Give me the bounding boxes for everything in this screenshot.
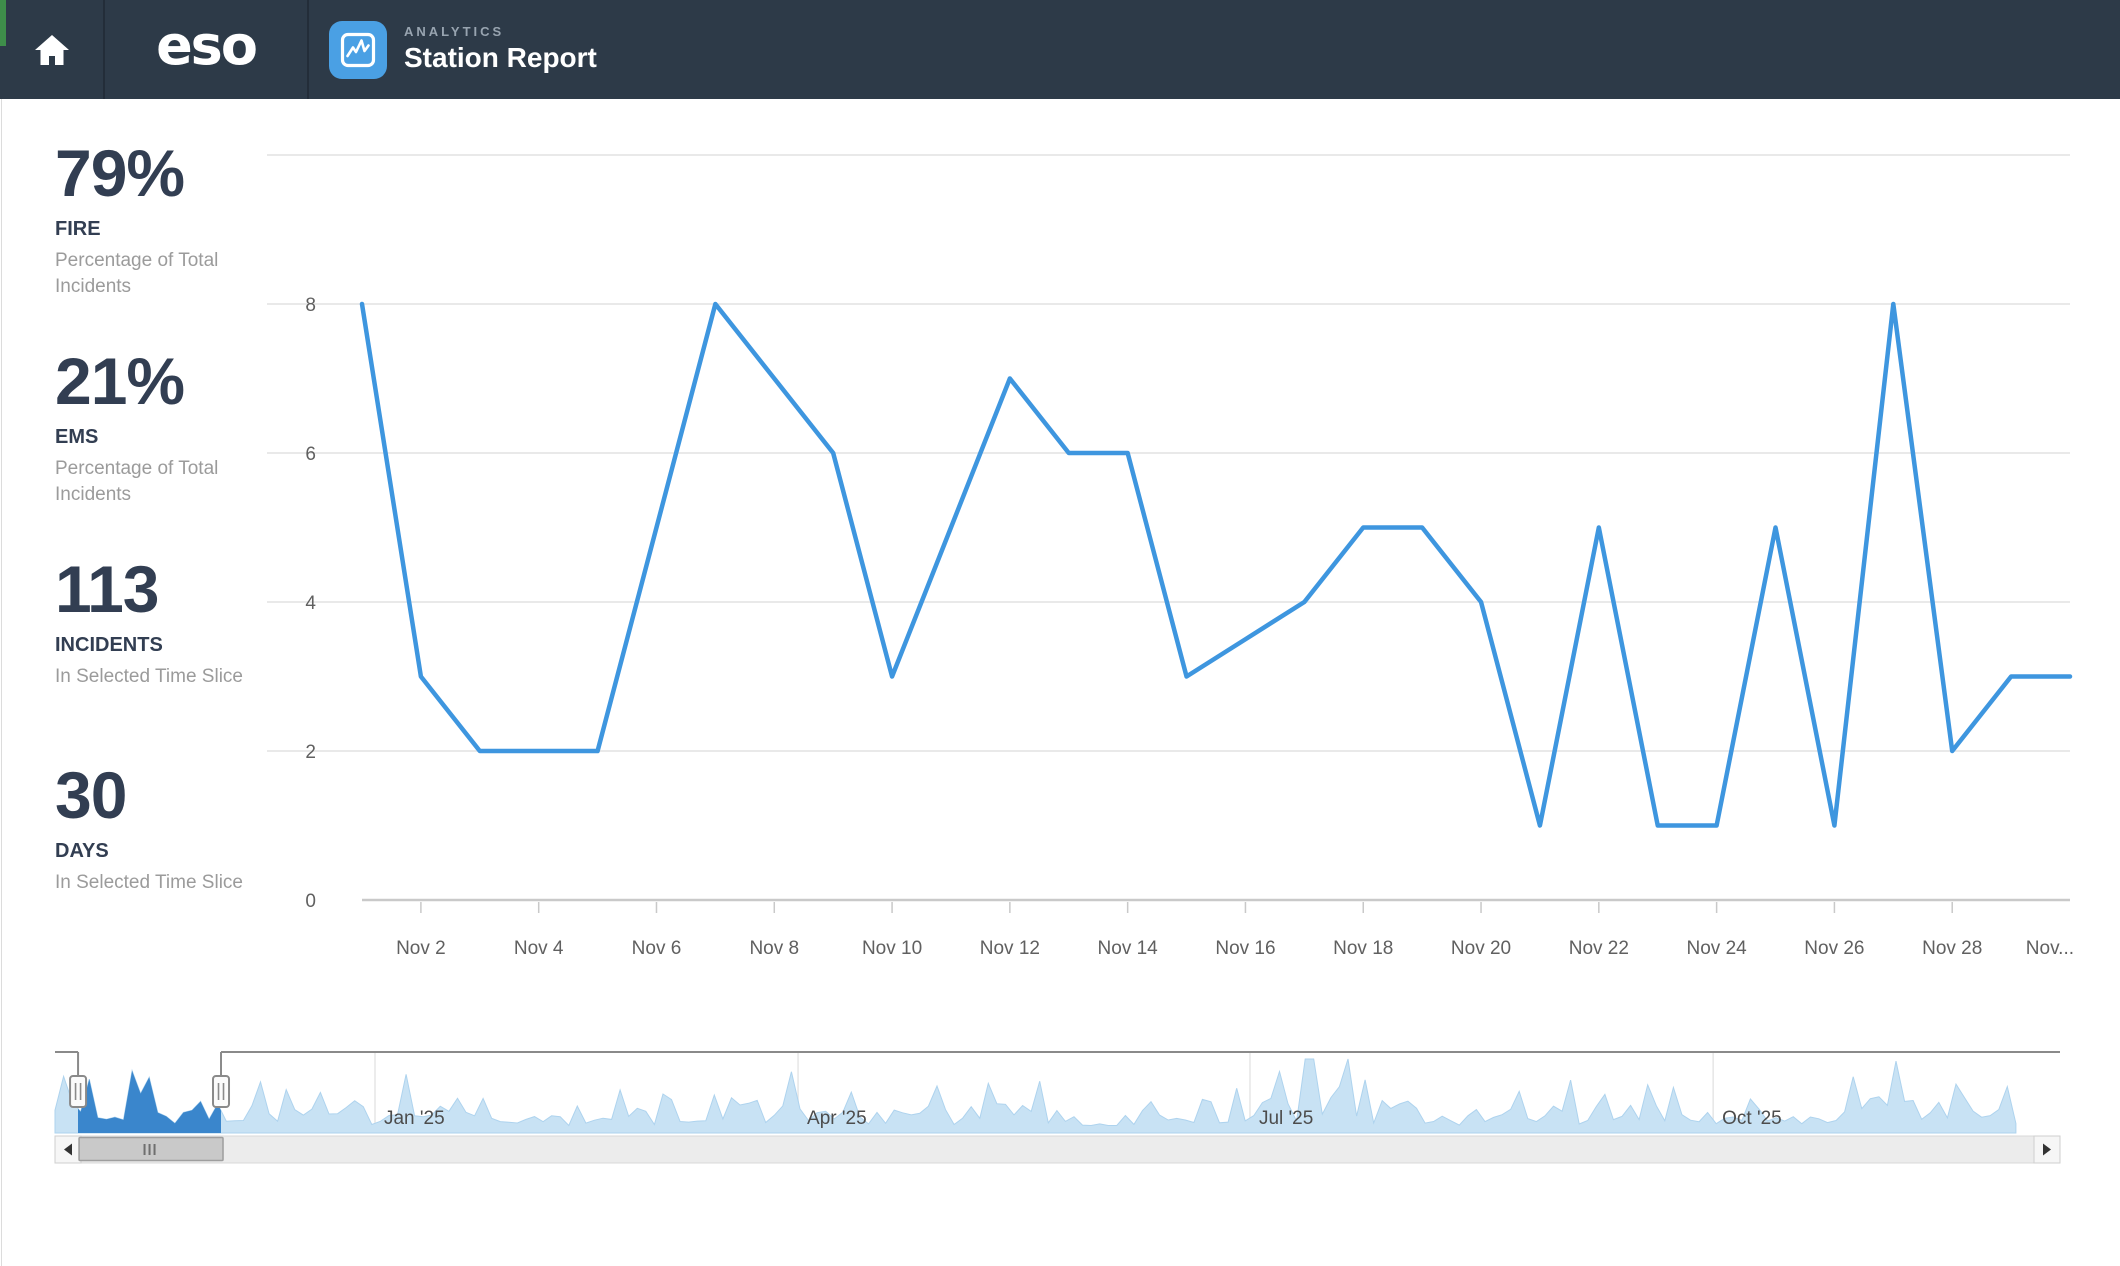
x-axis-overflow-label: Nov... [2026,938,2074,959]
station-report-visualization: 0 2 4 6 8 Nov 2 Nov 4 Nov 6 Nov 8 Nov 10 Nov 12 Nov… [0,0,2120,1266]
x-axis-tick-label: Nov 20 [1451,938,1511,959]
x-axis-tick-label: Nov 2 [396,938,446,959]
station-report-page: eso ANALYTICS Station Report 79% FIRE Pe… [0,0,2120,1266]
navigator-handle-right[interactable] [213,1076,229,1107]
x-axis-tick-label: Nov 24 [1687,938,1748,959]
x-axis-tick-label: Nov 18 [1333,938,1393,959]
x-axis-tick-label: Nov 26 [1804,938,1864,959]
x-axis-tick-label: Nov 12 [980,938,1040,959]
y-axis-tick-label: 6 [305,444,316,465]
scroll-left-button[interactable] [55,1136,81,1163]
x-axis-tick-label: Nov 10 [862,938,922,959]
x-axis-tick-label: Nov 16 [1215,938,1275,959]
x-axis-tick-label: Nov 22 [1569,938,1629,959]
y-axis-tick-label: 4 [305,593,316,614]
scroll-right-button[interactable] [2034,1136,2060,1163]
x-axis-tick-label: Nov 14 [1098,938,1159,959]
x-axis-tick-label: Nov 8 [749,938,799,959]
navigator-month-label: Apr '25 [807,1108,867,1129]
navigator-month-label: Oct '25 [1722,1108,1782,1129]
navigator-month-label: Jan '25 [384,1108,445,1129]
navigator[interactable]: Jan '25 Apr '25 Jul '25 Oct '25 [55,1052,2060,1163]
y-axis-tick-label: 8 [305,295,316,316]
incident-line-series[interactable] [362,304,2070,826]
x-axis-tick-label: Nov 28 [1922,938,1982,959]
x-axis-tick-label: Nov 4 [514,938,564,959]
y-axis-tick-label: 0 [305,891,316,912]
main-chart[interactable]: 0 2 4 6 8 Nov 2 Nov 4 Nov 6 Nov 8 Nov 10 Nov 12 Nov… [267,155,2074,959]
navigator-handle-left[interactable] [70,1076,86,1107]
navigator-scrollbar-thumb[interactable] [79,1138,223,1161]
y-axis-tick-label: 2 [305,742,316,763]
navigator-scrollbar-track[interactable] [55,1136,2060,1163]
navigator-month-label: Jul '25 [1259,1108,1313,1129]
x-axis-tick-label: Nov 6 [632,938,682,959]
